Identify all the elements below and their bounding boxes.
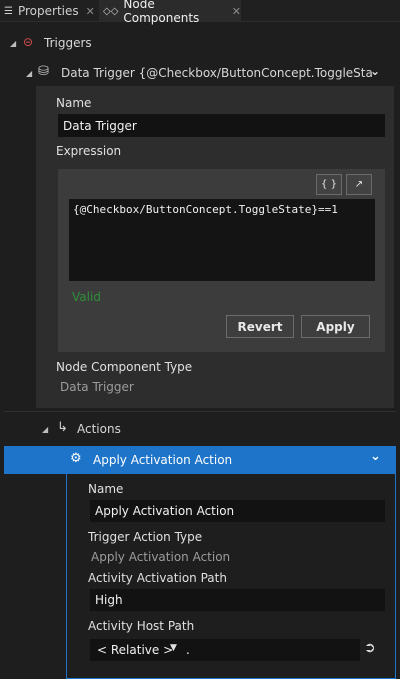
tab-properties[interactable]: ☰ Properties ✕ bbox=[4, 0, 95, 22]
tab-node-components[interactable]: ◇◇ Node Components ✕ bbox=[99, 0, 241, 25]
divider bbox=[4, 411, 396, 412]
data-trigger-icon: ⛁ bbox=[38, 64, 49, 79]
validation-status: Valid bbox=[72, 290, 101, 304]
action-name-label: Name bbox=[88, 482, 124, 496]
list-icon: ☰ bbox=[4, 5, 13, 17]
revert-button[interactable]: Revert bbox=[226, 315, 294, 338]
activation-path-field[interactable]: High bbox=[90, 589, 385, 611]
name-field[interactable]: Data Trigger bbox=[58, 114, 385, 137]
apply-button[interactable]: Apply bbox=[301, 315, 370, 338]
collapse-arrow-icon[interactable]: ◢ bbox=[26, 69, 32, 78]
actions-section-header[interactable]: ◢ ↳ Actions bbox=[0, 418, 400, 440]
node-components-icon: ◇◇ bbox=[103, 5, 119, 17]
triggers-label: Triggers bbox=[44, 36, 92, 50]
component-type-value: Data Trigger bbox=[60, 380, 134, 394]
collapse-arrow-icon[interactable]: ◢ bbox=[42, 425, 48, 434]
actions-label: Actions bbox=[77, 422, 121, 436]
tab-properties-label: Properties bbox=[17, 4, 79, 18]
trigger-action-type-label: Trigger Action Type bbox=[88, 530, 203, 544]
activation-action-icon: ⚙ bbox=[70, 451, 82, 466]
dropdown-arrow-icon: ▼ bbox=[170, 643, 177, 653]
action-title: Apply Activation Action bbox=[93, 453, 233, 467]
braces-button[interactable]: { } bbox=[316, 174, 342, 195]
close-icon[interactable]: ✕ bbox=[86, 5, 95, 18]
chevron-down-icon[interactable]: ⌄ bbox=[370, 64, 380, 78]
chevron-down-icon[interactable]: ⌄ bbox=[370, 449, 381, 464]
actions-icon: ↳ bbox=[57, 420, 68, 435]
host-path-dropdown[interactable]: < Relative > ▼ bbox=[90, 639, 184, 661]
action-name-field[interactable]: Apply Activation Action bbox=[90, 500, 385, 522]
activation-path-label: Activity Activation Path bbox=[88, 571, 227, 585]
host-path-dropdown-value: < Relative > bbox=[97, 643, 174, 657]
data-trigger-title: Data Trigger {@Checkbox/ButtonConcept.To… bbox=[61, 66, 373, 80]
expand-button[interactable]: ↗ bbox=[346, 174, 372, 195]
navigate-arrow-icon[interactable]: ➲ bbox=[364, 640, 376, 656]
apply-activation-action-header[interactable]: ⚙ Apply Activation Action ⌄ bbox=[4, 446, 396, 474]
expression-label: Expression bbox=[56, 144, 122, 158]
triggers-section-header[interactable]: ◢ ⊝ Triggers bbox=[0, 32, 400, 54]
tab-bar: ☰ Properties ✕ ◇◇ Node Components ✕ bbox=[0, 0, 400, 25]
host-path-field[interactable]: . bbox=[184, 639, 360, 661]
trigger-action-type-value: Apply Activation Action bbox=[91, 550, 231, 564]
data-trigger-header[interactable]: ◢ ⛁ Data Trigger {@Checkbox/ButtonConcep… bbox=[0, 62, 400, 84]
collapse-arrow-icon[interactable]: ◢ bbox=[10, 39, 16, 48]
component-type-label: Node Component Type bbox=[56, 360, 193, 374]
host-path-label: Activity Host Path bbox=[88, 619, 195, 633]
tab-node-components-label: Node Components bbox=[123, 0, 200, 25]
triggers-icon: ⊝ bbox=[23, 35, 34, 49]
close-icon[interactable]: ✕ bbox=[232, 5, 241, 18]
name-label: Name bbox=[56, 96, 92, 110]
expression-input[interactable]: {@Checkbox/ButtonConcept.ToggleState}==1 bbox=[69, 199, 375, 281]
